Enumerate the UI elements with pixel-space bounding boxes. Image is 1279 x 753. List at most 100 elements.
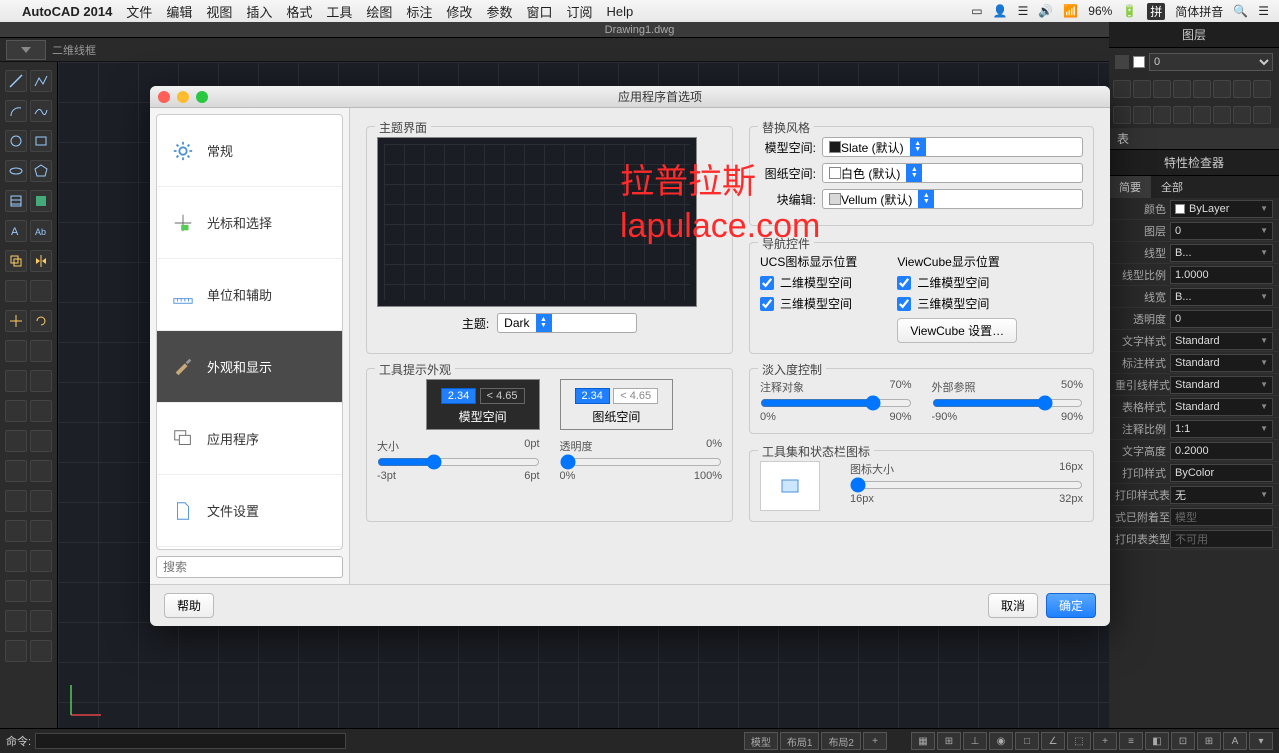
property-row[interactable]: 式已附着至模型 [1109,506,1279,528]
tool-utility1-icon[interactable] [5,640,27,662]
layer-tool-icon[interactable] [1233,80,1251,98]
tool-measure-icon[interactable] [5,610,27,632]
tool-dim2-icon[interactable] [30,460,52,482]
fade-anno-slider[interactable] [760,395,912,411]
menu-edit[interactable]: 编辑 [166,2,192,21]
menu-dimension[interactable]: 标注 [406,2,432,21]
status-osnap-icon[interactable]: □ [1015,732,1039,750]
status-sc-icon[interactable]: ⊞ [1197,732,1221,750]
minimize-icon[interactable] [177,91,189,103]
model-tab-button[interactable]: 模型 [744,732,778,750]
add-layout-button[interactable]: + [863,732,887,750]
model-space-select[interactable]: Slate (默认)▲▼ [822,137,1083,157]
property-value[interactable]: Standard▼ [1170,398,1273,416]
property-row[interactable]: 透明度0 [1109,308,1279,330]
viewcube-settings-button[interactable]: ViewCube 设置… [897,318,1017,343]
layer-tool-icon[interactable] [1173,80,1191,98]
status-more-icon[interactable]: ▾ [1249,732,1273,750]
property-row[interactable]: 打印样式ByColor [1109,462,1279,484]
property-value[interactable]: B...▼ [1170,288,1273,306]
tool-array-icon[interactable] [30,280,52,302]
tool-table-icon[interactable] [30,550,52,572]
property-value[interactable]: Standard▼ [1170,332,1273,350]
tool-mtext-icon[interactable]: Ab [30,220,52,242]
status-annomonitor-icon[interactable]: A [1223,732,1247,750]
tool-move-icon[interactable] [5,310,27,332]
property-row[interactable]: 注释比例1:1▼ [1109,418,1279,440]
tool-utility2-icon[interactable] [30,640,52,662]
menu-help[interactable]: Help [606,4,633,19]
ucs-3d-checkbox[interactable]: 三维模型空间 [760,295,857,312]
layer-state-icon[interactable] [1115,55,1129,69]
menu-subscribe[interactable]: 订阅 [566,2,592,21]
prefs-search-input[interactable] [156,556,343,578]
tool-polyline-icon[interactable] [30,70,52,92]
tool-rect-icon[interactable] [30,130,52,152]
property-value[interactable]: 0.2000 [1170,442,1273,460]
property-value[interactable]: 不可用 [1170,530,1273,548]
tool-gradient-icon[interactable] [30,190,52,212]
property-row[interactable]: 表格样式Standard▼ [1109,396,1279,418]
property-row[interactable]: 颜色ByLayer▼ [1109,198,1279,220]
prefs-tab-units[interactable]: 单位和辅助 [157,259,342,331]
icon-size-slider[interactable] [850,477,1083,493]
battery-icon[interactable]: 🔋 [1122,4,1137,18]
theme-select[interactable]: Dark▲▼ [497,313,637,333]
property-value[interactable]: Standard▼ [1170,354,1273,372]
layout2-tab-button[interactable]: 布局2 [821,732,861,750]
ucs-2d-checkbox[interactable]: 二维模型空间 [760,274,857,291]
property-row[interactable]: 图层0▼ [1109,220,1279,242]
fade-xref-slider[interactable] [932,395,1084,411]
tool-dim4-icon[interactable] [30,490,52,512]
display-icon[interactable]: ▭ [971,4,982,18]
menu-modify[interactable]: 修改 [446,2,472,21]
tool-offset-icon[interactable] [5,280,27,302]
tooltip-model-preview[interactable]: 2.34 < 4.65 模型空间 [426,379,540,430]
ok-button[interactable]: 确定 [1046,593,1096,618]
layer-tool-icon[interactable] [1253,106,1271,124]
tool-explode-icon[interactable] [5,430,27,452]
prefs-tab-appearance[interactable]: 外观和显示 [157,331,342,403]
property-value[interactable]: 0▼ [1170,222,1273,240]
volume-icon[interactable]: 🔊 [1038,4,1053,18]
tool-chamfer-icon[interactable] [30,400,52,422]
tool-group-icon[interactable] [30,610,52,632]
tool-arc-icon[interactable] [5,100,27,122]
property-row[interactable]: 打印表类型不可用 [1109,528,1279,550]
tool-line-icon[interactable] [5,70,27,92]
layer-select[interactable]: 0 [1149,53,1273,71]
status-snap-icon[interactable]: ▦ [911,732,935,750]
layer-tool-icon[interactable] [1213,106,1231,124]
layer-tool-icon[interactable] [1133,80,1151,98]
tool-trim-icon[interactable] [5,370,27,392]
tool-extend-icon[interactable] [30,370,52,392]
tool-polygon-icon[interactable] [30,160,52,182]
status-grid-icon[interactable]: ⊞ [937,732,961,750]
tool-insert-icon[interactable] [30,580,52,602]
property-row[interactable]: 标注样式Standard▼ [1109,352,1279,374]
property-row[interactable]: 文字高度0.2000 [1109,440,1279,462]
tool-leader-icon[interactable] [5,550,27,572]
spotlight-icon[interactable]: 🔍 [1233,4,1248,18]
disk-icon[interactable]: ☰ [1018,4,1029,18]
tool-dim5-icon[interactable] [5,520,27,542]
tool-hatch-icon[interactable] [5,190,27,212]
status-dyninput-icon[interactable]: + [1093,732,1117,750]
menu-file[interactable]: 文件 [126,2,152,21]
command-input[interactable] [35,733,346,749]
visual-style-dropdown[interactable] [6,40,46,60]
menu-draw[interactable]: 绘图 [366,2,392,21]
status-ortho-icon[interactable]: ⊥ [963,732,987,750]
dialog-titlebar[interactable]: 应用程序首选项 [150,86,1110,108]
block-edit-select[interactable]: Vellum (默认)▲▼ [822,189,1083,209]
tool-ellipse-icon[interactable] [5,160,27,182]
user-icon[interactable]: 👤 [993,4,1008,18]
status-polar-icon[interactable]: ◉ [989,732,1013,750]
tool-copy-icon[interactable] [5,250,27,272]
status-lineweight-icon[interactable]: ≡ [1119,732,1143,750]
wifi-icon[interactable]: 📶 [1063,4,1078,18]
tool-mirror-icon[interactable] [30,250,52,272]
layer-tool-icon[interactable] [1153,106,1171,124]
ime-badge[interactable]: 拼 [1147,3,1165,20]
tool-stretch-icon[interactable] [30,340,52,362]
